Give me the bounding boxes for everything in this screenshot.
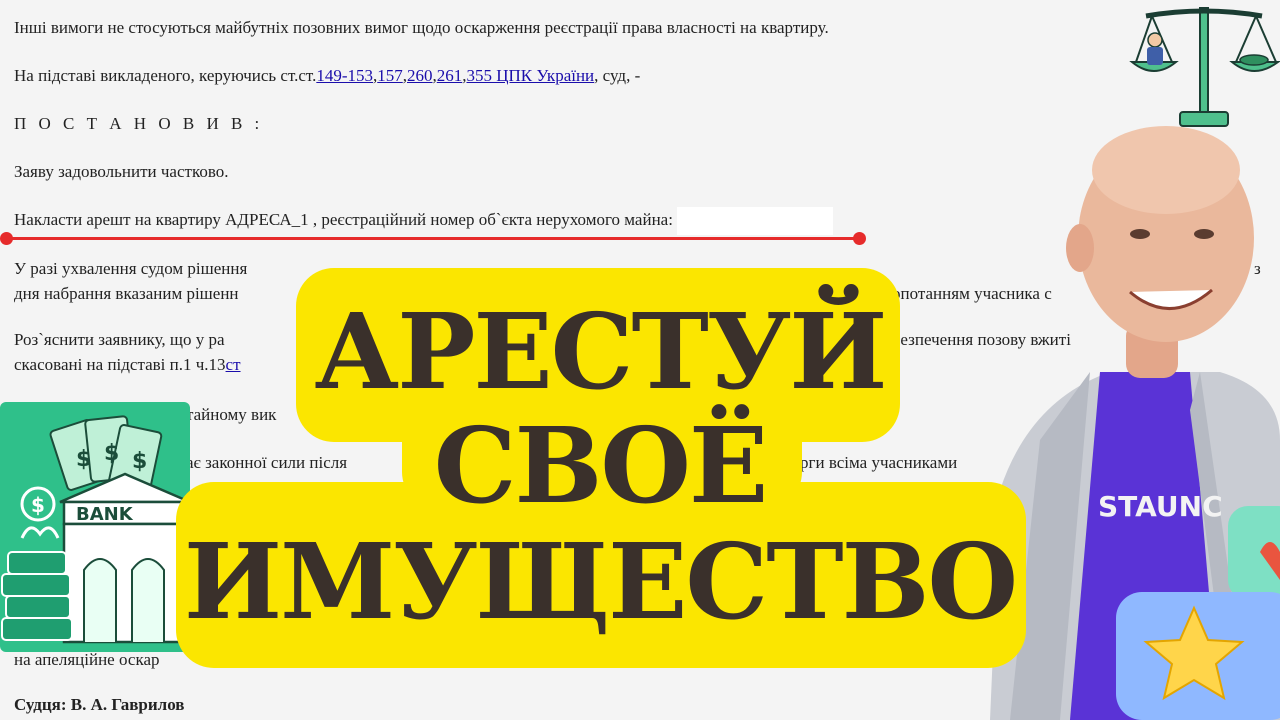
bank-label: BANK: [76, 504, 134, 525]
doc-line-legal-basis: На підставі викладеного, керуючись ст.ст…: [14, 66, 641, 85]
law-link-157[interactable]: 157: [377, 66, 403, 85]
headline-line-2: СВОЁ: [433, 404, 769, 527]
svg-text:$: $: [76, 447, 91, 472]
svg-text:$: $: [132, 449, 147, 474]
doc-line-measures-a: У разі ухвалення судом рішення: [14, 259, 248, 278]
decision-heading: П О С Т А Н О В И В :: [14, 114, 264, 133]
svg-text:$: $: [31, 493, 45, 517]
law-link-260[interactable]: 260: [407, 66, 433, 85]
doc-line-appeal: на апеляційне оскар: [14, 650, 160, 669]
law-link-149-153[interactable]: 149-153: [316, 66, 373, 85]
headline-line-3: ИМУЩЕСТВО: [183, 520, 1018, 643]
social-bubbles: [1116, 506, 1280, 720]
doc-line-arrest: Накласти арешт на квартиру АДРЕСА_1 , ре…: [14, 207, 833, 235]
law-link-355[interactable]: 355 ЦПК України: [467, 66, 595, 85]
judge-signature-line: Судця: В. А. Гаврилов: [14, 695, 185, 714]
law-link-261[interactable]: 261: [437, 66, 463, 85]
highlight-underline: [0, 232, 866, 245]
doc-line-other-claims: Інші вимоги не стосуються майбутніх позо…: [14, 18, 829, 37]
headline-line-1: АРЕСТУЙ: [314, 290, 888, 413]
redacted-field: [676, 207, 833, 235]
chat-bubble-icon: [1228, 506, 1280, 600]
svg-text:$: $: [104, 441, 119, 466]
doc-line-grant: Заяву задовольнити частково.: [14, 162, 229, 181]
